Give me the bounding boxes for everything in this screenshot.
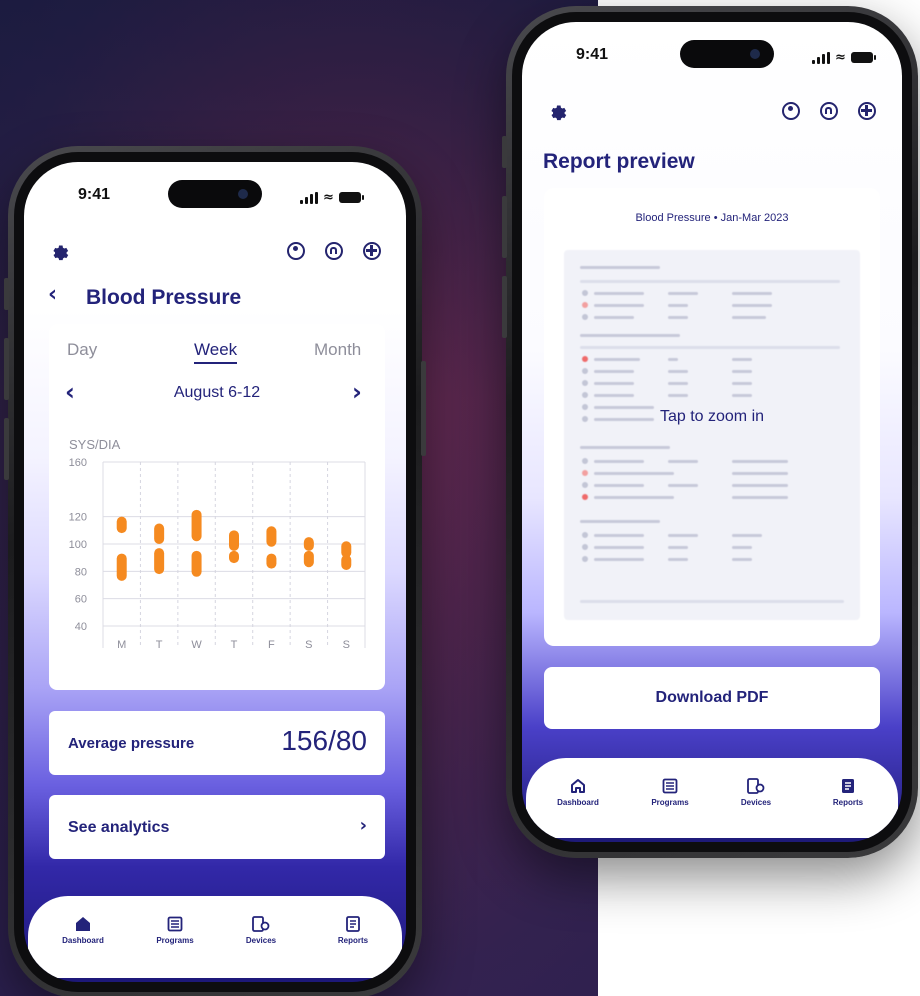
download-pdf-label: Download PDF [655, 689, 769, 706]
y-tick-label: 120 [69, 512, 87, 524]
period-tabs: Day Week Month [49, 340, 385, 366]
next-week-icon[interactable]: › [352, 378, 362, 406]
report-icon [842, 779, 854, 793]
report-title: Blood Pressure • Jan-Mar 2023 [635, 212, 789, 224]
download-pdf-button[interactable]: Download PDF [544, 667, 880, 729]
dia-range-bar [191, 550, 202, 577]
tab-devices[interactable]: Devices [231, 916, 291, 945]
chart-card: Day Week Month ‹ August 6-12 › SYS/DIA 1… [49, 324, 385, 690]
dynamic-island [680, 40, 774, 68]
x-tick-label: S [343, 639, 350, 651]
right-phone: 9:41 ≈ Report preview Blood Pressure • J… [502, 6, 918, 858]
average-label: Average pressure [68, 735, 195, 752]
add-icon[interactable] [858, 102, 876, 120]
tab-reports[interactable]: Reports [323, 916, 383, 945]
y-tick-label: 80 [75, 566, 87, 578]
x-tick-label: S [305, 639, 312, 651]
list-icon [662, 778, 678, 794]
chart-svg: 160 120 100 80 60 40 M T W T F S S [69, 457, 366, 651]
y-tick-label: 160 [69, 457, 87, 469]
y-axis-label: SYS/DIA [69, 437, 121, 452]
right-screen: 9:41 ≈ Report preview Blood Pressure • J… [522, 22, 902, 842]
back-chevron-icon[interactable]: ‹ [48, 282, 57, 307]
notifications-icon[interactable] [820, 102, 838, 120]
bp-chart: 160 120 100 80 60 40 M T W T F S S [59, 456, 373, 672]
left-phone: 9:41 ≈ ‹ Blood Pressure Day Week Month ‹… [4, 146, 426, 996]
x-tick-label: F [268, 639, 275, 651]
dia-range-bar [154, 548, 165, 575]
list-icon [167, 916, 183, 932]
x-tick-label: T [156, 639, 163, 651]
bottom-tab-bar: Dashboard Programs Devices Reports [28, 896, 402, 978]
report-icon [346, 916, 360, 932]
tab-devices[interactable]: Devices [726, 778, 786, 807]
tab-dashboard[interactable]: Dashboard [548, 778, 608, 807]
see-analytics-label: See analytics [68, 819, 170, 836]
add-icon[interactable] [363, 242, 381, 260]
profile-icon[interactable] [782, 102, 800, 120]
y-tick-label: 40 [75, 621, 87, 633]
tab-dashboard[interactable]: Dashboard [53, 916, 113, 945]
x-tick-label: M [117, 639, 126, 651]
tab-month[interactable]: Month [314, 340, 361, 360]
x-tick-label: W [191, 639, 202, 651]
bottom-tab-bar: Dashboard Programs Devices Reports [526, 758, 898, 838]
sys-range-bar [229, 530, 239, 551]
status-time: 9:41 [576, 46, 609, 63]
dia-range-bar [266, 553, 277, 569]
status-time: 9:41 [78, 186, 111, 203]
dia-range-bar [303, 550, 314, 568]
chevron-right-icon: › [359, 815, 367, 836]
report-document-preview [564, 250, 860, 620]
average-value: 156/80 [281, 725, 367, 756]
tab-reports[interactable]: Reports [818, 778, 878, 807]
sys-range-bar [154, 523, 165, 544]
tab-day[interactable]: Day [67, 340, 97, 360]
zoom-hint: Tap to zoom in [659, 408, 765, 425]
report-preview-card[interactable]: Blood Pressure • Jan-Mar 2023 Tap to zoo… [544, 188, 880, 646]
status-icons: ≈ [300, 190, 364, 205]
left-screen: 9:41 ≈ ‹ Blood Pressure Day Week Month ‹… [24, 162, 406, 982]
tab-programs[interactable]: Programs [145, 916, 205, 945]
home-icon [76, 917, 90, 931]
tab-week[interactable]: Week [194, 340, 238, 364]
page-title: Blood Pressure [86, 286, 242, 309]
see-analytics-button[interactable]: See analytics › [49, 795, 385, 859]
dia-range-bar [116, 553, 127, 581]
tab-programs[interactable]: Programs [640, 778, 700, 807]
settings-gear-icon[interactable] [48, 240, 70, 262]
page-title: Report preview [543, 150, 695, 173]
y-tick-label: 100 [69, 539, 87, 551]
sys-range-bar [266, 526, 277, 547]
dia-range-bar [229, 550, 239, 564]
dia-range-bar [341, 554, 352, 570]
home-icon [571, 779, 585, 793]
y-tick-label: 60 [75, 594, 87, 606]
sys-range-bar [191, 509, 202, 542]
settings-gear-icon[interactable] [546, 100, 568, 122]
status-icons: ≈ [812, 50, 876, 65]
sys-range-bar [303, 537, 314, 551]
notifications-icon[interactable] [325, 242, 343, 260]
sys-range-bar [116, 516, 127, 534]
date-range: August 6-12 [173, 384, 261, 401]
average-pressure-card: Average pressure 156/80 [49, 711, 385, 775]
x-tick-label: T [231, 639, 238, 651]
profile-icon[interactable] [287, 242, 305, 260]
devices-icon [747, 778, 765, 794]
dynamic-island [168, 180, 262, 208]
devices-icon [252, 916, 270, 932]
